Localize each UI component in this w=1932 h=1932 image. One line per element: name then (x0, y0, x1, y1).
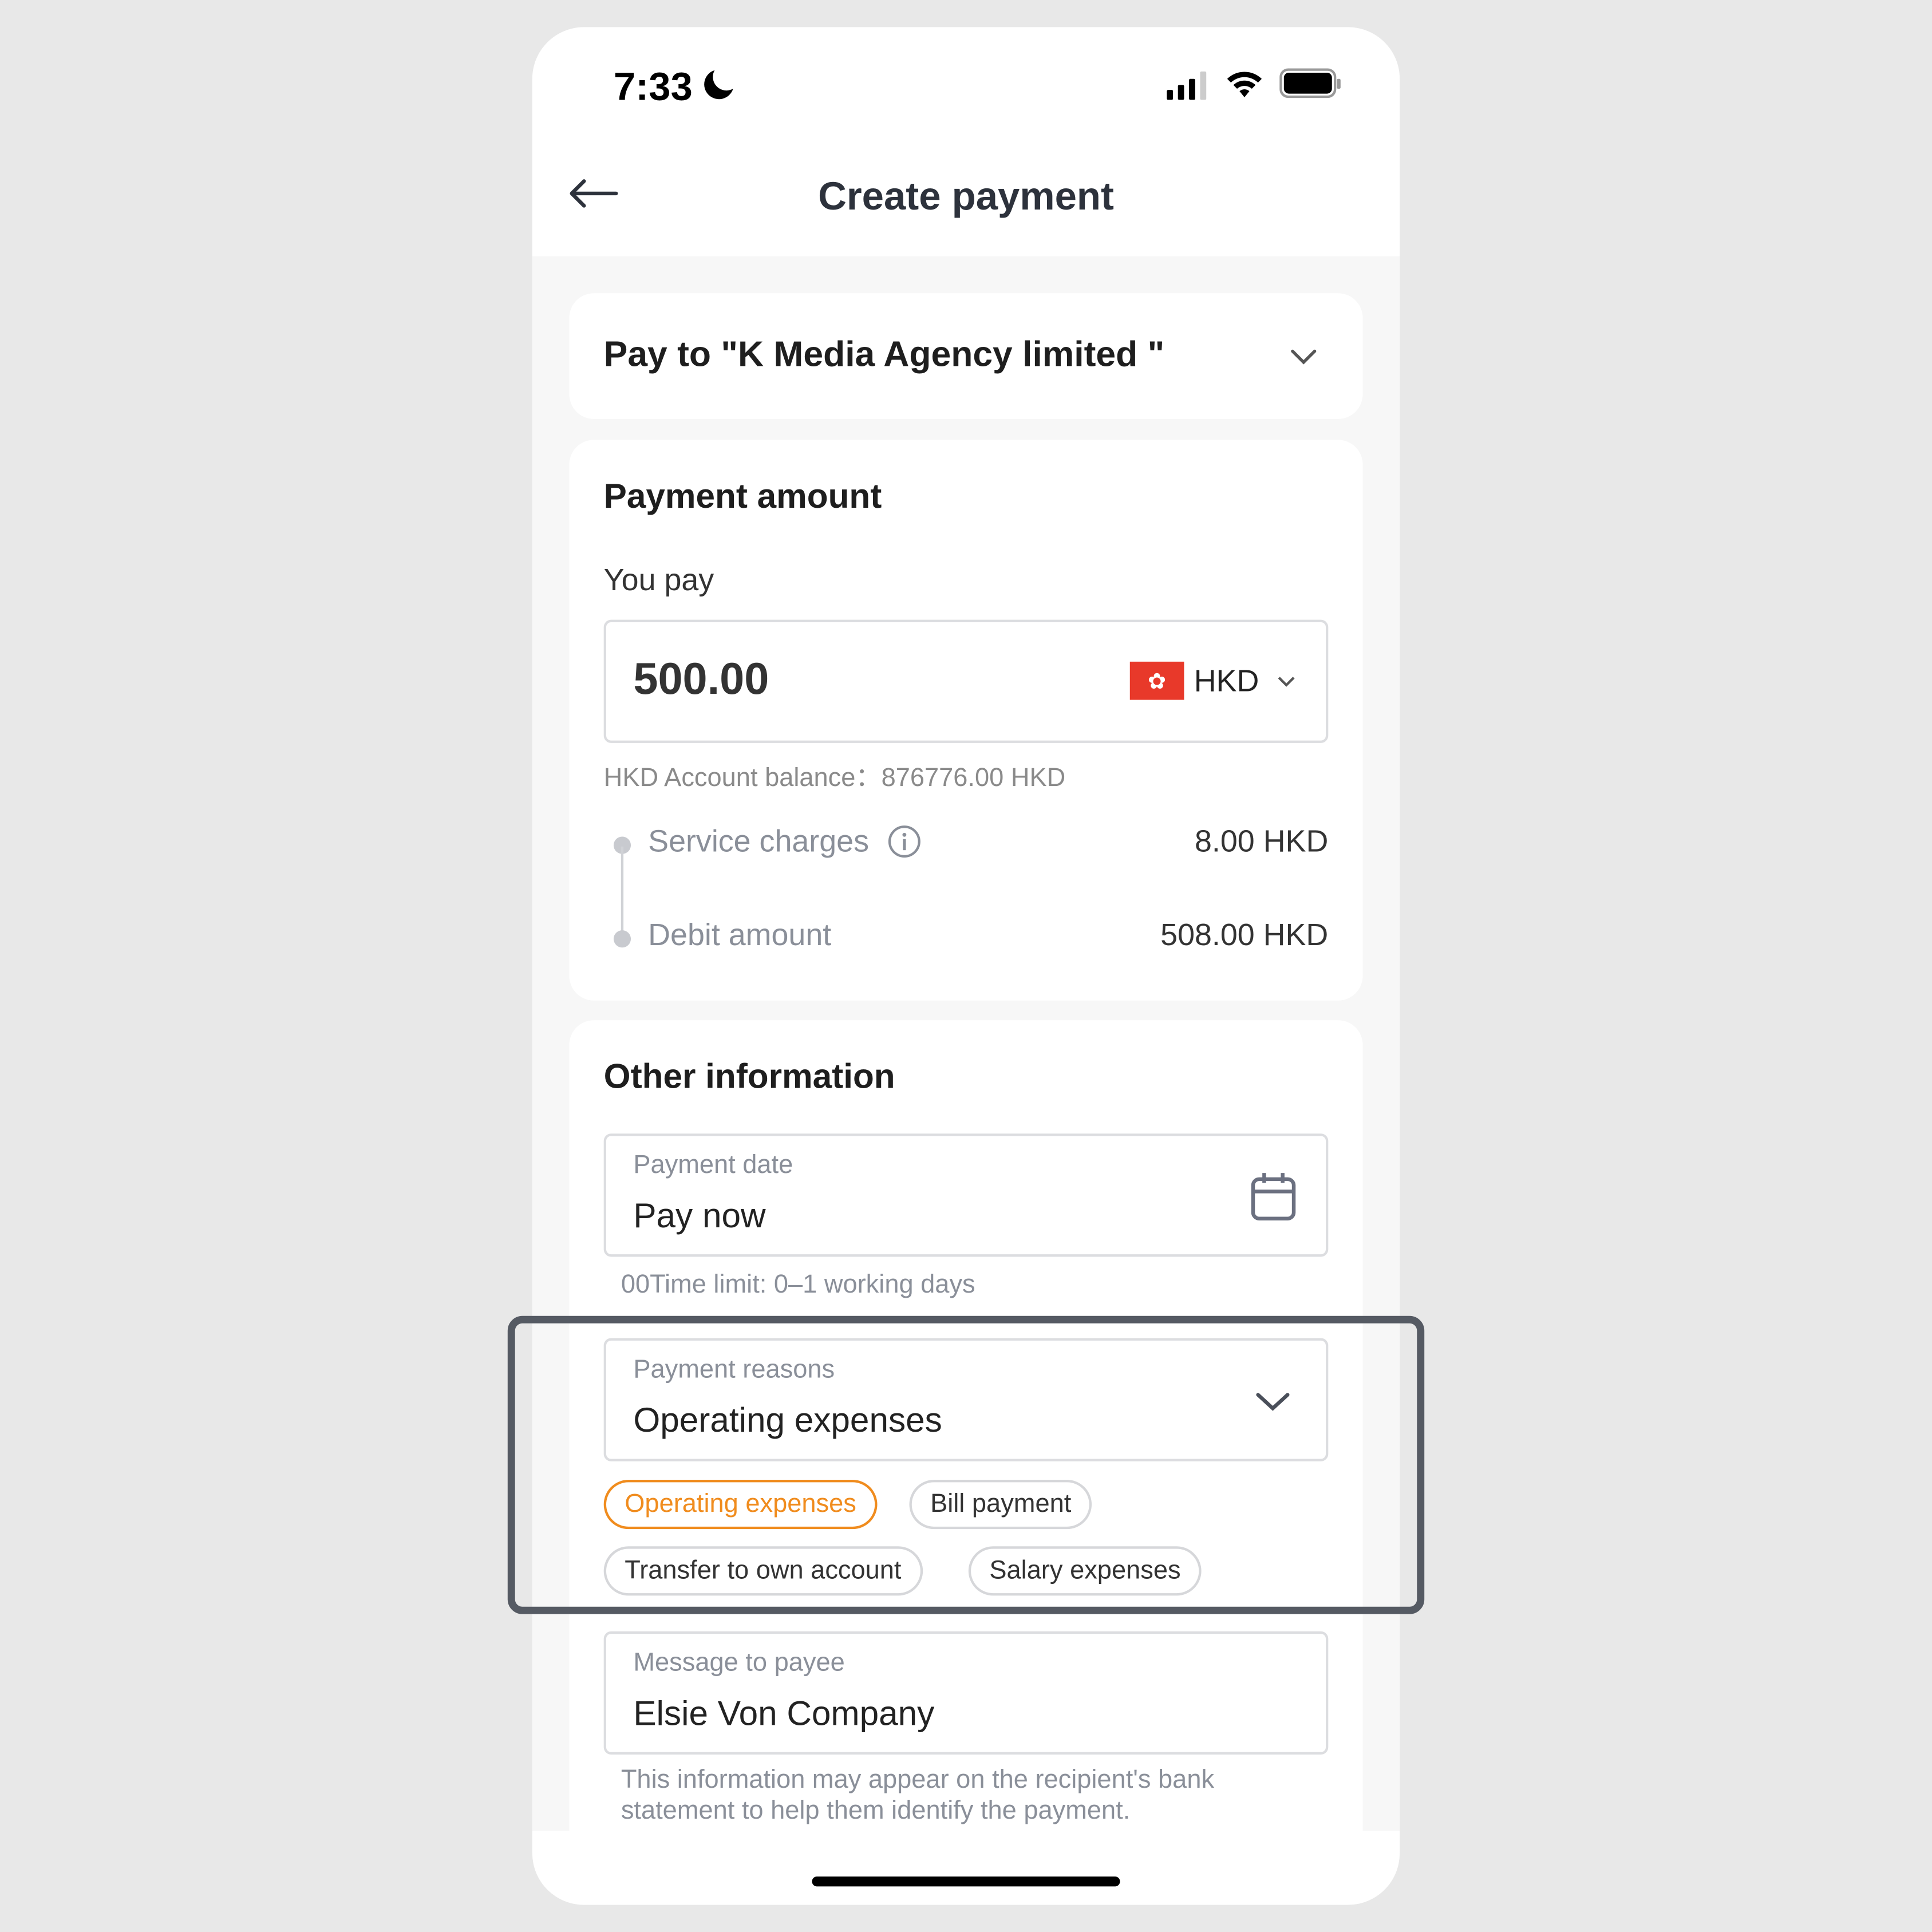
home-indicator (812, 1876, 1120, 1887)
calendar-icon[interactable] (1250, 1171, 1299, 1222)
debit-amount-label: Debit amount (648, 918, 832, 953)
battery-icon (1279, 68, 1341, 98)
timeline-line (621, 846, 624, 938)
wifi-icon (1227, 72, 1262, 98)
timeline-dot (613, 930, 631, 948)
message-value: Elsie Von Company (633, 1694, 935, 1733)
payment-date-label: Payment date (633, 1151, 793, 1179)
time-limit-note: 00Time limit: 0–1 working days (621, 1270, 975, 1299)
you-pay-label: You pay (603, 563, 714, 598)
payee-selector[interactable]: Pay to "K Media Agency limited " (569, 293, 1363, 419)
payee-label: Pay to "K Media Agency limited " (603, 335, 1165, 375)
service-charges-value: 8.00 HKD (1195, 824, 1329, 859)
message-label: Message to payee (633, 1648, 845, 1677)
message-hint-line: statement to help them identify the paym… (621, 1796, 1131, 1825)
debit-amount-value: 508.00 HKD (1160, 918, 1329, 953)
section-title: Payment amount (603, 476, 882, 515)
info-icon[interactable] (887, 824, 922, 859)
chevron-down-icon (1291, 349, 1317, 365)
page-title: Create payment (818, 173, 1114, 218)
currency-label[interactable]: HKD (1194, 666, 1259, 697)
payment-amount-card: Payment amount You pay 500.00 ✿ HKD HKD … (569, 440, 1363, 1001)
moon-icon (704, 70, 733, 100)
message-to-payee-field[interactable]: Message to payee Elsie Von Company (603, 1631, 1329, 1755)
payment-date-value: Pay now (633, 1196, 766, 1235)
section-title: Other information (603, 1057, 895, 1096)
phone-screen: 7:33 Create payment Pay to "K Media Agen… (532, 27, 1400, 1905)
status-time: 7:33 (613, 64, 693, 109)
message-hint-line: This information may appear on the recip… (621, 1765, 1215, 1794)
account-balance: HKD Account balance：876776.00 HKD (603, 764, 1066, 793)
svg-text:✿: ✿ (1148, 669, 1166, 694)
payment-date-field[interactable]: Payment date Pay now (603, 1133, 1329, 1257)
chevron-down-icon[interactable] (1277, 674, 1296, 689)
signal-icon (1167, 71, 1207, 100)
service-charges-label: Service charges (648, 824, 869, 859)
amount-value: 500.00 (633, 653, 769, 704)
hk-flag-icon: ✿ (1129, 661, 1184, 700)
highlight-box (507, 1315, 1425, 1614)
amount-input[interactable]: 500.00 ✿ HKD (603, 619, 1329, 743)
